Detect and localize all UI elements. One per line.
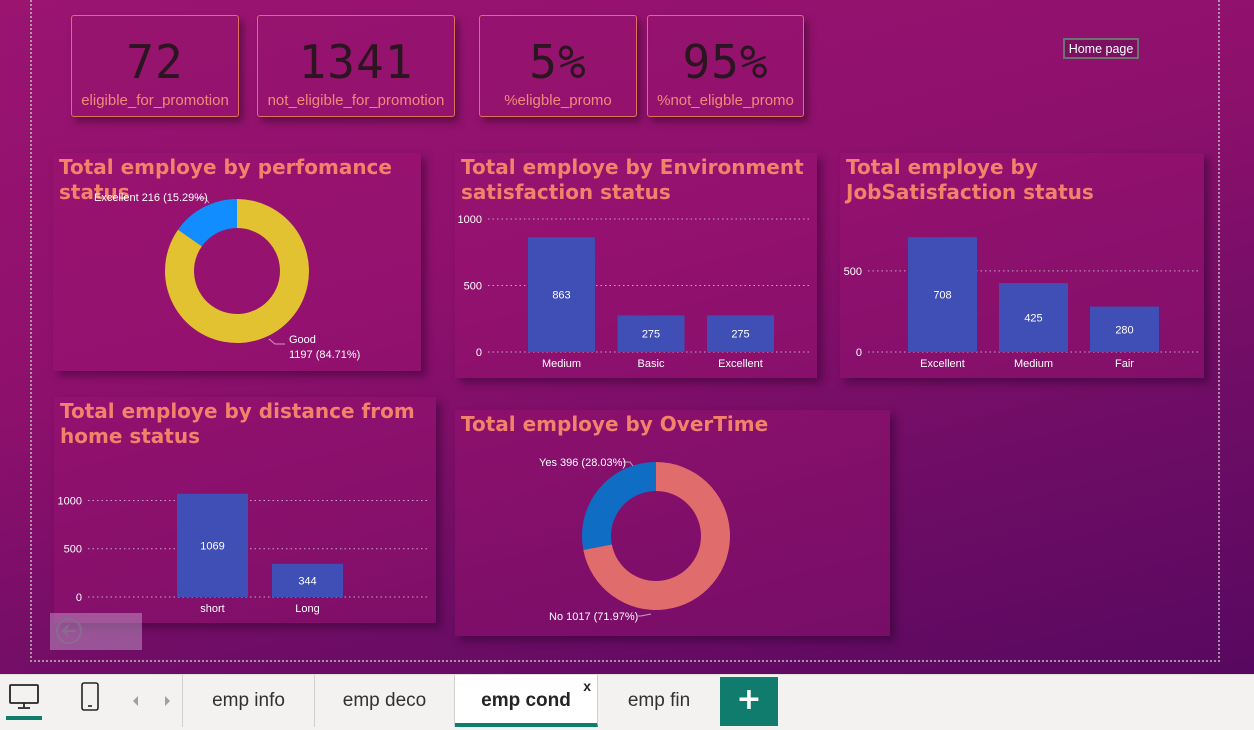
close-tab-icon[interactable]: x (583, 660, 591, 712)
kpi-label: eligible_for_promotion (81, 92, 229, 109)
panel-overtime: Total employe by OverTime Yes 396 (28.03… (455, 410, 890, 636)
bar-value-label: 275 (731, 329, 749, 341)
next-page-button[interactable] (160, 692, 174, 710)
y-tick-label: 0 (476, 347, 482, 359)
data-label: Excellent 216 (15.29%) (94, 192, 208, 204)
data-label: No 1017 (71.97%) (549, 611, 638, 623)
x-tick-label: Excellent (920, 358, 965, 370)
kpi-value: 5% (529, 35, 587, 89)
bar-value-label: 280 (1115, 324, 1133, 336)
data-label: 1197 (84.71%) (289, 349, 360, 361)
kpi-value: 72 (126, 35, 184, 89)
x-tick-label: Long (295, 603, 319, 615)
x-tick-label: Excellent (718, 358, 763, 370)
tab-label: emp cond (481, 690, 571, 711)
desktop-view-button[interactable] (6, 683, 42, 721)
tab-emp-cond[interactable]: emp cond x (455, 675, 598, 727)
bar-value-label: 863 (552, 290, 570, 302)
x-tick-label: short (200, 603, 224, 615)
report-canvas: 72 eligible_for_promotion 1341 not_eligi… (0, 0, 1254, 674)
x-tick-label: Fair (1115, 358, 1134, 370)
environment-bar-chart: 0 500 1000 863 Medium 275 Basic 275 Excellent (458, 214, 811, 370)
y-tick-label: 1000 (458, 214, 482, 226)
y-tick-label: 0 (76, 592, 82, 604)
bar-value-label: 425 (1024, 313, 1042, 325)
y-tick-label: 0 (856, 347, 862, 359)
panel-job-satisfaction: Total employe by JobSatisfaction status … (840, 153, 1204, 378)
kpi-label: not_eligible_for_promotion (267, 92, 445, 109)
tab-emp-deco[interactable]: emp deco (315, 675, 455, 727)
overtime-donut-chart: Yes 396 (28.03%) No 1017 (71.97%) (539, 457, 730, 623)
bar-value-label: 1069 (200, 540, 224, 552)
home-page-button[interactable]: Home page (1063, 38, 1139, 59)
desktop-view-icon (9, 684, 39, 709)
kpi-card-not-eligible: 1341 not_eligible_for_promotion (257, 15, 455, 117)
x-tick-label: Medium (542, 358, 581, 370)
kpi-card-pct-not-eligible: 95% %not_eligble_promo (647, 15, 804, 117)
panel-distance: Total employe by distance from home stat… (54, 397, 436, 623)
y-tick-label: 1000 (58, 495, 82, 507)
kpi-label: %not_eligble_promo (657, 92, 794, 109)
data-label: Good (289, 334, 316, 346)
y-tick-label: 500 (464, 281, 482, 293)
donut-slice-yes[interactable] (582, 462, 656, 550)
panel-performance: Total employe by perfomance status Excel… (53, 153, 421, 371)
data-label: Yes 396 (28.03%) (539, 457, 626, 469)
chevron-right-icon (165, 696, 170, 706)
y-tick-label: 500 (844, 266, 862, 278)
chevron-left-icon (133, 696, 138, 706)
panel-environment: Total employe by Environment satisfactio… (455, 153, 817, 378)
y-tick-label: 500 (64, 544, 82, 556)
back-button[interactable] (50, 613, 142, 650)
kpi-value: 1341 (298, 35, 414, 89)
performance-donut-chart: Excellent 216 (15.29%) Good 1197 (84.71%) (94, 192, 360, 361)
tab-emp-fin[interactable]: emp fin (598, 675, 720, 727)
job-satisfaction-bar-chart: 0 500 708 Excellent 425 Medium 280 Fair (844, 237, 1198, 370)
mobile-view-icon (81, 682, 99, 711)
page-tab-bar: emp info emp deco emp cond x emp fin + (0, 674, 1254, 730)
mobile-view-button[interactable] (80, 681, 100, 713)
x-tick-label: Basic (638, 358, 665, 370)
back-arrow-icon (55, 617, 83, 645)
bar-value-label: 708 (933, 290, 951, 302)
kpi-label: %eligble_promo (504, 92, 612, 109)
tab-emp-info[interactable]: emp info (183, 675, 315, 727)
bar-value-label: 344 (298, 575, 316, 587)
x-tick-label: Medium (1014, 358, 1053, 370)
prev-page-button[interactable] (128, 692, 142, 710)
distance-bar-chart: 0 500 1000 1069 short 344 Long (58, 493, 430, 615)
kpi-card-eligible: 72 eligible_for_promotion (71, 15, 239, 117)
add-page-button[interactable]: + (720, 677, 778, 726)
kpi-card-pct-eligible: 5% %eligble_promo (479, 15, 637, 117)
bar-value-label: 275 (642, 329, 660, 341)
leader-line (268, 338, 285, 345)
leader-line (638, 613, 652, 617)
kpi-value: 95% (682, 35, 769, 89)
